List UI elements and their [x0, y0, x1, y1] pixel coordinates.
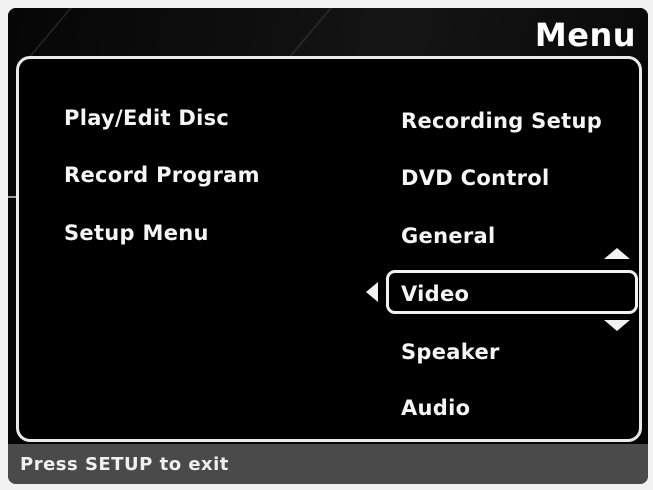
menu-item-setup-menu[interactable]: Setup Menu	[64, 221, 209, 245]
triangle-left-icon	[366, 282, 378, 302]
menu-item-play-edit-disc[interactable]: Play/Edit Disc	[64, 106, 229, 130]
page-title: Menu	[534, 16, 636, 54]
menu-item-audio[interactable]: Audio	[401, 396, 470, 420]
title-bar: Menu	[8, 8, 648, 60]
tv-screen: Menu Play/Edit Disc Record Program Setup…	[8, 8, 648, 484]
triangle-up-icon[interactable]	[604, 248, 630, 259]
menu-item-record-program[interactable]: Record Program	[64, 163, 260, 187]
status-text: Press SETUP to exit	[20, 454, 229, 475]
menu-item-speaker[interactable]: Speaker	[401, 340, 500, 364]
triangle-down-icon[interactable]	[604, 320, 630, 331]
status-bar: Press SETUP to exit	[8, 444, 648, 484]
menu-item-recording-setup[interactable]: Recording Setup	[401, 109, 602, 133]
menu-item-video[interactable]: Video	[401, 282, 469, 306]
menu-item-general[interactable]: General	[401, 224, 496, 248]
menu-item-dvd-control[interactable]: DVD Control	[401, 166, 550, 190]
